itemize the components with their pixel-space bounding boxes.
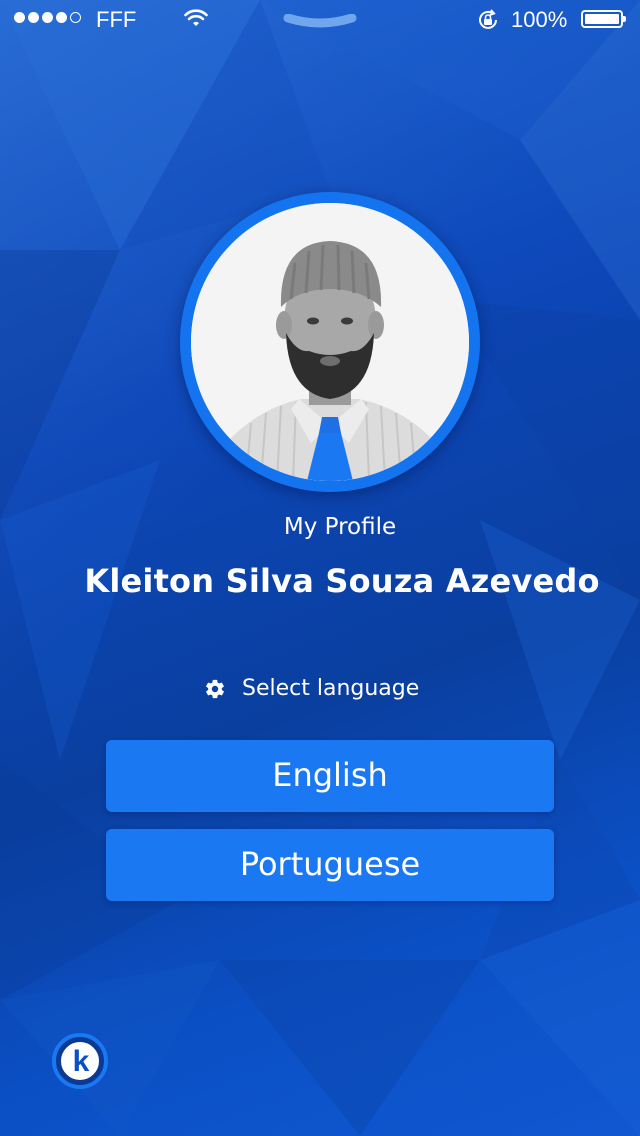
status-bar: FFF 100% [0,0,640,40]
svg-text:k: k [73,1045,90,1078]
profile-photo [191,203,469,481]
carrier-name: FFF [96,7,137,32]
portuguese-button[interactable]: Portuguese [106,829,554,901]
control-center-handle-icon[interactable] [282,14,358,32]
profile-title: My Profile [283,514,397,540]
avatar-ring [180,192,480,492]
user-name: Kleiton Silva Souza Azevedo [84,562,600,600]
gear-icon [206,679,224,698]
orientation-lock-icon [479,9,497,29]
k-logo-icon: k [52,1033,108,1089]
avatar[interactable] [191,203,469,481]
wifi-icon [184,9,208,26]
battery-icon [581,10,626,28]
battery-percent: 100% [511,7,568,32]
english-button[interactable]: English [106,740,554,812]
profile-screen: FFF 100% My Profile Kleiton Silva Souza … [0,0,640,1136]
select-language-row: Select language [204,676,419,701]
signal-strength-icon [14,12,81,23]
select-language-label: Select language [242,676,420,701]
